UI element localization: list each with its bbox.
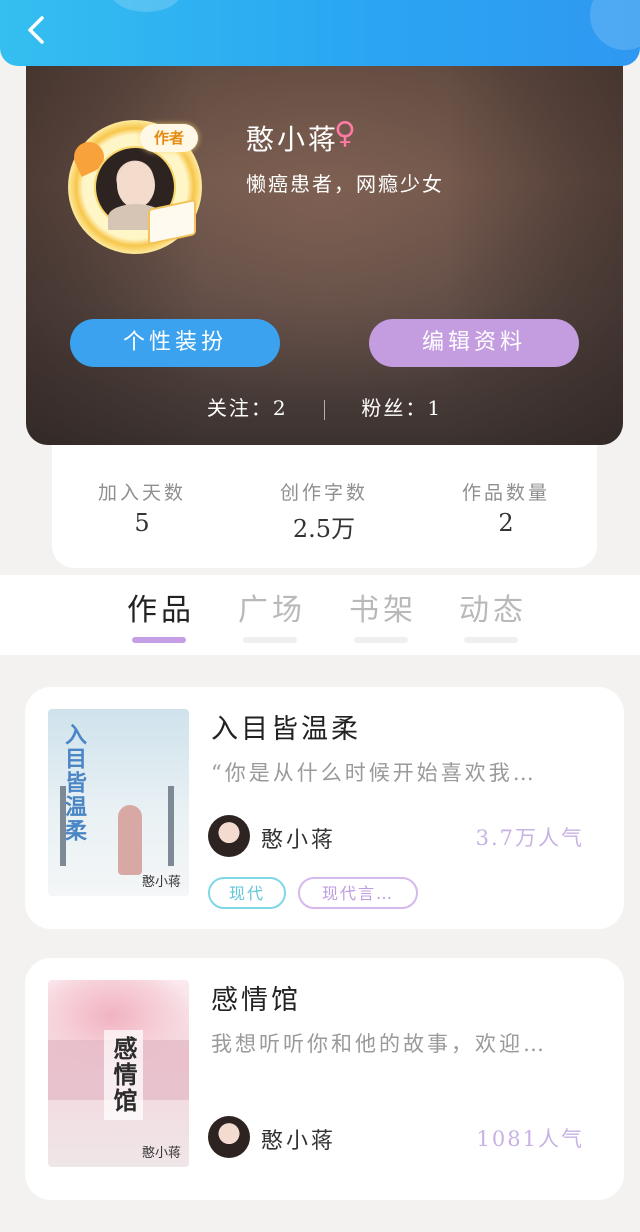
decorative-bubble bbox=[110, 0, 182, 12]
book-title: 入目皆温柔 bbox=[211, 714, 361, 745]
stat-label: 作品数量 bbox=[461, 482, 550, 504]
genre-tag[interactable]: 现代 bbox=[208, 877, 286, 909]
tab-bookshelf[interactable]: 书架 bbox=[349, 585, 417, 629]
decorative-bubble bbox=[590, 0, 640, 50]
cover-title: 感情馆 bbox=[104, 1030, 143, 1120]
back-button[interactable] bbox=[18, 12, 54, 48]
popularity-count: 1081人气 bbox=[476, 1127, 584, 1151]
tab-underline bbox=[243, 637, 297, 643]
genre-tag[interactable]: 现代言… bbox=[298, 877, 418, 909]
tab-underline-active bbox=[132, 637, 186, 643]
book-cover[interactable]: 感情馆 憨小蒋 bbox=[48, 980, 189, 1167]
tab-underline bbox=[464, 637, 518, 643]
fans-count[interactable]: 粉丝：1 bbox=[361, 396, 442, 420]
chevron-left-icon bbox=[28, 16, 44, 44]
book-cover[interactable]: 入目皆温柔 憨小蒋 bbox=[48, 709, 189, 896]
following-count[interactable]: 关注：2 bbox=[207, 396, 288, 420]
stat-label: 加入天数 bbox=[97, 482, 186, 504]
popularity-count: 3.7万人气 bbox=[475, 826, 584, 850]
avatar-face bbox=[117, 162, 155, 208]
avatar-frame[interactable]: 作者 bbox=[68, 120, 202, 254]
cover-author: 憨小蒋 bbox=[141, 875, 181, 890]
personal-dress-button[interactable]: 个性装扮 bbox=[70, 319, 280, 367]
author-badge: 作者 bbox=[140, 124, 198, 152]
author-name: 憨小蒋 bbox=[261, 828, 337, 853]
cover-figure bbox=[118, 805, 142, 875]
tab-moments[interactable]: 动态 bbox=[459, 585, 527, 629]
tab-works[interactable]: 作品 bbox=[127, 585, 195, 629]
author-avatar bbox=[208, 1116, 250, 1158]
stat-value: 2 bbox=[498, 509, 514, 537]
follow-stats: 关注：2 粉丝：1 bbox=[26, 392, 623, 421]
stat-value: 2.5万 bbox=[292, 515, 356, 543]
book-description: 我想听听你和他的故事，欢迎… bbox=[211, 1032, 547, 1056]
book-card[interactable]: 入目皆温柔 憨小蒋 入目皆温柔 “你是从什么时候开始喜欢我… 憨小蒋 3.7万人… bbox=[25, 687, 624, 929]
tab-bar: 作品 广场 书架 动态 bbox=[0, 575, 640, 655]
stat-word-count: 创作字数 2.5万 bbox=[234, 478, 414, 544]
profile-card: 作者 憨小蒋 ♀ 懒癌患者，网瘾少女 个性装扮 编辑资料 关注：2 粉丝：1 bbox=[26, 40, 623, 445]
book-title: 感情馆 bbox=[211, 985, 301, 1016]
book-card[interactable]: 感情馆 憨小蒋 感情馆 我想听听你和他的故事，欢迎… 憨小蒋 1081人气 bbox=[25, 958, 624, 1200]
author-name: 憨小蒋 bbox=[261, 1129, 337, 1154]
author-avatar bbox=[208, 815, 250, 857]
cover-author: 憨小蒋 bbox=[141, 1146, 181, 1161]
user-name: 憨小蒋 bbox=[246, 123, 340, 156]
stat-label: 创作字数 bbox=[279, 482, 368, 504]
edit-profile-button[interactable]: 编辑资料 bbox=[369, 319, 579, 367]
cover-title: 入目皆温柔 bbox=[61, 723, 87, 843]
stat-work-count: 作品数量 2 bbox=[416, 478, 596, 537]
female-icon: ♀ bbox=[334, 116, 356, 151]
stat-join-days: 加入天数 5 bbox=[52, 478, 232, 537]
divider bbox=[324, 399, 325, 420]
user-bio: 懒癌患者，网瘾少女 bbox=[246, 172, 444, 196]
tab-square[interactable]: 广场 bbox=[238, 585, 306, 629]
book-description: “你是从什么时候开始喜欢我… bbox=[211, 761, 537, 785]
stat-value: 5 bbox=[134, 509, 150, 537]
tree-decoration bbox=[168, 786, 174, 866]
top-bar bbox=[0, 0, 640, 66]
tab-underline bbox=[354, 637, 408, 643]
stats-card: 加入天数 5 创作字数 2.5万 作品数量 2 bbox=[52, 440, 597, 568]
